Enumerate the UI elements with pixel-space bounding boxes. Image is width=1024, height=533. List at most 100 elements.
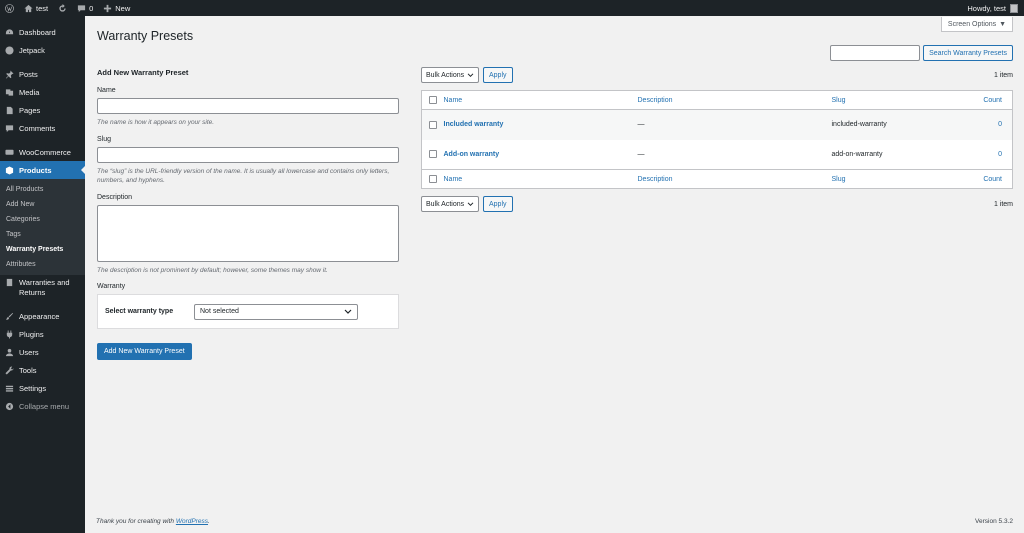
column-count-footer[interactable]: Count xyxy=(951,169,1013,189)
search-button[interactable]: Search Warranty Presets xyxy=(923,45,1013,61)
menu-collapse[interactable]: Collapse menu xyxy=(0,397,85,415)
submenu-categories[interactable]: Categories xyxy=(0,212,85,227)
preset-name-link[interactable]: Included warranty xyxy=(444,121,504,128)
products-submenu: All Products Add New Categories Tags War… xyxy=(0,179,85,275)
menu-woocommerce[interactable]: WooCommerce xyxy=(0,143,85,161)
menu-warranties-and-returns[interactable]: Warranties and Returns xyxy=(0,275,85,301)
slug-input[interactable] xyxy=(97,147,399,163)
updates-link[interactable] xyxy=(53,0,72,16)
chevron-down-icon xyxy=(467,201,474,206)
my-account[interactable]: Howdy, test xyxy=(967,3,1024,13)
submenu-add-new[interactable]: Add New xyxy=(0,197,85,212)
column-description-footer[interactable]: Description xyxy=(637,169,832,189)
submenu-warranty-presets[interactable]: Warranty Presets xyxy=(0,242,85,257)
presets-table: Name Description Slug Count Included war… xyxy=(421,90,1013,189)
column-name-footer[interactable]: Name xyxy=(443,169,638,189)
comments-link[interactable]: 0 xyxy=(72,0,98,16)
select-all-checkbox-footer[interactable] xyxy=(428,175,437,183)
footer-version: Version 5.3.2 xyxy=(975,518,1013,525)
preset-count-link[interactable]: 0 xyxy=(952,140,1013,170)
column-description[interactable]: Description xyxy=(637,90,832,110)
preset-description: — xyxy=(637,121,645,129)
column-name[interactable]: Name xyxy=(443,90,638,110)
chevron-down-icon xyxy=(344,309,352,314)
menu-appearance[interactable]: Appearance xyxy=(0,307,85,325)
preset-slug: included-warranty xyxy=(831,121,887,129)
menu-users[interactable]: Users xyxy=(0,343,85,361)
pin-icon xyxy=(5,69,14,79)
preset-name-link[interactable]: Add-on warranty xyxy=(444,151,500,158)
select-all-checkbox[interactable] xyxy=(428,96,437,104)
menu-plugins[interactable]: Plugins xyxy=(0,325,85,343)
menu-posts[interactable]: Posts xyxy=(0,65,85,83)
warranty-label: Warranty xyxy=(97,283,126,290)
menu-media[interactable]: Media xyxy=(0,83,85,101)
menu-jetpack[interactable]: Jetpack xyxy=(0,41,85,59)
description-textarea[interactable] xyxy=(97,205,399,262)
preset-count-link[interactable]: 0 xyxy=(952,110,1013,140)
add-new-warranty-preset-button[interactable]: Add New Warranty Preset xyxy=(97,343,192,360)
footer-thanks: Thank you for creating with WordPress. xyxy=(96,518,210,525)
screen-options-button[interactable]: Screen Options ▼ xyxy=(941,17,1013,32)
new-label: New xyxy=(115,3,131,13)
search-box: Search Warranty Presets xyxy=(830,45,1013,61)
column-slug-footer[interactable]: Slug xyxy=(831,169,952,189)
warranty-type-select[interactable]: Not selected xyxy=(194,303,358,320)
page-title: Warranty Presets xyxy=(97,29,194,43)
site-name-link[interactable]: test xyxy=(19,0,53,16)
comments-count: 0 xyxy=(89,3,94,13)
chevron-down-icon xyxy=(467,72,474,77)
menu-pages[interactable]: Pages xyxy=(0,101,85,119)
name-input[interactable] xyxy=(97,98,399,114)
slug-description: The “slug” is the URL-friendly version o… xyxy=(97,168,390,184)
preset-slug: add-on-warranty xyxy=(831,150,883,158)
bulk-actions-select-bottom[interactable]: Bulk Actions xyxy=(421,196,479,212)
column-slug[interactable]: Slug xyxy=(831,90,952,110)
dashboard-icon xyxy=(5,28,14,34)
table-row: Included warranty — included-warranty 0 xyxy=(421,109,1013,140)
users-icon xyxy=(5,348,14,356)
admin-menu: Dashboard Jetpack Posts Media Pages Comm… xyxy=(0,16,85,533)
new-content-link[interactable]: New xyxy=(98,0,135,16)
row-checkbox[interactable] xyxy=(428,120,437,129)
description-label: Description xyxy=(97,194,133,201)
menu-dashboard[interactable]: Dashboard xyxy=(0,23,85,41)
submenu-tags[interactable]: Tags xyxy=(0,227,85,242)
collapse-icon xyxy=(5,402,14,410)
site-name: test xyxy=(36,3,49,13)
apply-button[interactable]: Apply xyxy=(483,67,513,83)
menu-products[interactable]: Products xyxy=(0,161,85,179)
warranty-type-label: Select warranty type xyxy=(105,308,174,315)
add-new-form: Add New Warranty Preset Name The name is… xyxy=(97,65,399,329)
preset-description: — xyxy=(637,150,645,158)
admin-bar: test 0 New Howdy, test xyxy=(0,0,1024,16)
menu-tools[interactable]: Tools xyxy=(0,361,85,379)
home-icon xyxy=(24,4,33,12)
wordpress-logo-menu[interactable] xyxy=(0,0,19,16)
comment-icon xyxy=(77,4,86,12)
main-content: Screen Options ▼ Warranty Presets Search… xyxy=(85,16,1024,533)
products-icon xyxy=(5,165,14,175)
menu-settings[interactable]: Settings xyxy=(0,379,85,397)
items-count: 1 item xyxy=(993,71,1013,79)
slug-field-group: Slug The “slug” is the URL-friendly vers… xyxy=(97,136,399,185)
form-heading: Add New Warranty Preset xyxy=(97,68,189,77)
tablenav-top: Bulk Actions Apply 1 item xyxy=(421,67,1013,83)
search-input[interactable] xyxy=(830,45,921,61)
wrench-icon xyxy=(5,365,14,375)
name-field-group: Name The name is how it appears on your … xyxy=(97,87,399,127)
refresh-icon xyxy=(59,3,66,12)
media-icon xyxy=(5,88,14,96)
woocommerce-icon xyxy=(5,149,14,155)
column-count[interactable]: Count xyxy=(951,90,1013,110)
jetpack-icon xyxy=(5,45,14,55)
submenu-all-products[interactable]: All Products xyxy=(0,182,85,197)
bulk-actions-select[interactable]: Bulk Actions xyxy=(421,67,479,83)
submenu-attributes[interactable]: Attributes xyxy=(0,257,85,272)
plus-icon xyxy=(104,4,112,12)
row-checkbox[interactable] xyxy=(428,150,437,159)
menu-comments[interactable]: Comments xyxy=(0,119,85,137)
apply-button-bottom[interactable]: Apply xyxy=(483,196,513,212)
pages-icon xyxy=(6,106,13,114)
wordpress-link[interactable]: WordPress xyxy=(176,518,208,525)
